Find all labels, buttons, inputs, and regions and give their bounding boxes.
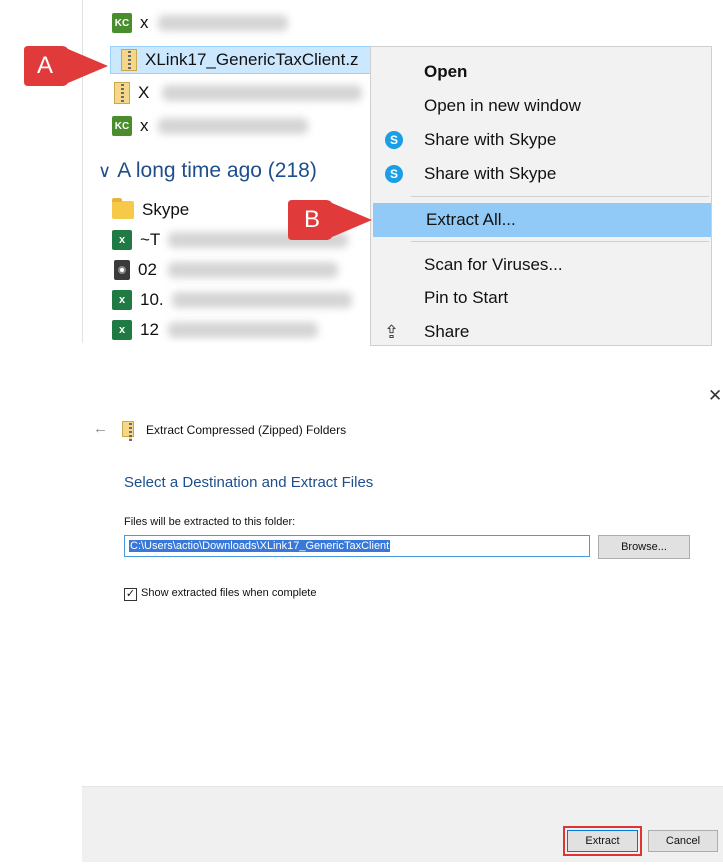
zip-folder-icon bbox=[114, 82, 130, 104]
blurred-filename bbox=[168, 322, 318, 338]
extract-button[interactable]: Extract bbox=[567, 830, 638, 852]
menu-item-label: Share with Skype bbox=[424, 130, 557, 149]
file-name: 02 bbox=[138, 260, 157, 279]
group-header[interactable]: ∨ A long time ago (218) bbox=[98, 156, 317, 186]
menu-item-scan-for-viruses[interactable]: Scan for Viruses... bbox=[371, 249, 711, 281]
skype-icon: S bbox=[385, 165, 403, 183]
excel-icon: x bbox=[112, 320, 132, 340]
menu-item-label: Open bbox=[424, 62, 468, 81]
menu-separator bbox=[411, 241, 709, 242]
menu-item-label: Pin to Start bbox=[424, 288, 509, 307]
menu-item-label: Extract All... bbox=[426, 210, 516, 229]
menu-item-extract-all[interactable]: Extract All... bbox=[373, 203, 711, 237]
menu-item-label: Share bbox=[424, 322, 470, 341]
menu-separator bbox=[411, 196, 709, 197]
file-row[interactable]: KC x bbox=[112, 9, 288, 37]
menu-item-open-new-window[interactable]: Open in new window bbox=[371, 90, 711, 122]
menu-item-share[interactable]: ⇪ Share bbox=[371, 316, 711, 348]
close-icon[interactable]: ✕ bbox=[708, 386, 722, 406]
file-row[interactable]: x ~T bbox=[112, 226, 348, 254]
destination-path-value: C:\Users\actio\Downloads\XLink17_Generic… bbox=[129, 540, 391, 552]
file-row[interactable]: KC x bbox=[112, 112, 308, 140]
file-row[interactable]: 02 bbox=[112, 256, 338, 284]
folder-icon bbox=[112, 198, 134, 219]
zip-folder-icon bbox=[121, 49, 137, 71]
wizard-title: Extract Compressed (Zipped) Folders bbox=[146, 423, 347, 437]
file-name: Skype bbox=[142, 200, 190, 219]
skype-icon: S bbox=[385, 131, 403, 149]
destination-path-input[interactable]: C:\Users\actio\Downloads\XLink17_Generic… bbox=[124, 535, 590, 557]
share-icon: ⇪ bbox=[384, 321, 400, 342]
file-row[interactable]: x 12 bbox=[112, 316, 318, 343]
excel-icon: x bbox=[112, 290, 132, 310]
group-label: A long time ago (218) bbox=[117, 159, 317, 182]
callout-letter: A bbox=[36, 52, 53, 79]
blurred-filename bbox=[158, 118, 308, 134]
file-name: 12 bbox=[140, 320, 159, 339]
blurred-filename bbox=[168, 262, 338, 278]
menu-item-share-with-skype[interactable]: S Share with Skype bbox=[371, 158, 711, 190]
callout-a: A bbox=[22, 42, 108, 90]
callout-b: B bbox=[286, 196, 372, 244]
excel-icon: x bbox=[112, 230, 132, 250]
destination-label: Files will be extracted to this folder: bbox=[124, 516, 296, 528]
cancel-button[interactable]: Cancel bbox=[648, 830, 718, 852]
kc-file-icon: KC bbox=[112, 116, 132, 136]
page-heading: Select a Destination and Extract Files bbox=[124, 474, 374, 491]
file-row[interactable]: x 10. bbox=[112, 286, 352, 314]
file-row[interactable]: Skype bbox=[112, 196, 189, 224]
blurred-filename bbox=[172, 292, 352, 308]
menu-item-label: Open in new window bbox=[424, 96, 581, 115]
file-name: x bbox=[140, 13, 149, 32]
file-name: XLink17_GenericTaxClient.z bbox=[145, 50, 359, 69]
file-row[interactable]: X bbox=[112, 79, 362, 107]
back-arrow-icon[interactable]: ← bbox=[93, 420, 108, 437]
blurred-filename bbox=[158, 15, 288, 31]
chevron-down-icon[interactable]: ∨ bbox=[98, 161, 111, 182]
file-name: x bbox=[140, 116, 149, 135]
show-files-label[interactable]: Show extracted files when complete bbox=[141, 587, 316, 599]
menu-item-open[interactable]: Open bbox=[371, 56, 711, 88]
browse-button[interactable]: Browse... bbox=[598, 535, 690, 559]
callout-letter: B bbox=[303, 206, 320, 233]
blurred-filename bbox=[162, 85, 362, 101]
show-files-checkbox[interactable]: ✓ bbox=[124, 588, 137, 601]
zip-folder-icon bbox=[122, 421, 134, 441]
file-name: ~T bbox=[140, 230, 161, 249]
file-name: 10. bbox=[140, 290, 164, 309]
menu-item-share-with-skype[interactable]: S Share with Skype bbox=[371, 124, 711, 156]
kc-file-icon: KC bbox=[112, 13, 132, 33]
context-menu: Open Open in new window S Share with Sky… bbox=[370, 46, 712, 346]
menu-item-pin-to-start[interactable]: Pin to Start bbox=[371, 282, 711, 314]
menu-item-label: Share with Skype bbox=[424, 164, 557, 183]
file-row-selected[interactable]: XLink17_GenericTaxClient.z bbox=[110, 46, 410, 74]
menu-item-label: Scan for Viruses... bbox=[424, 255, 563, 274]
media-icon bbox=[114, 260, 130, 280]
file-name: X bbox=[138, 83, 150, 102]
